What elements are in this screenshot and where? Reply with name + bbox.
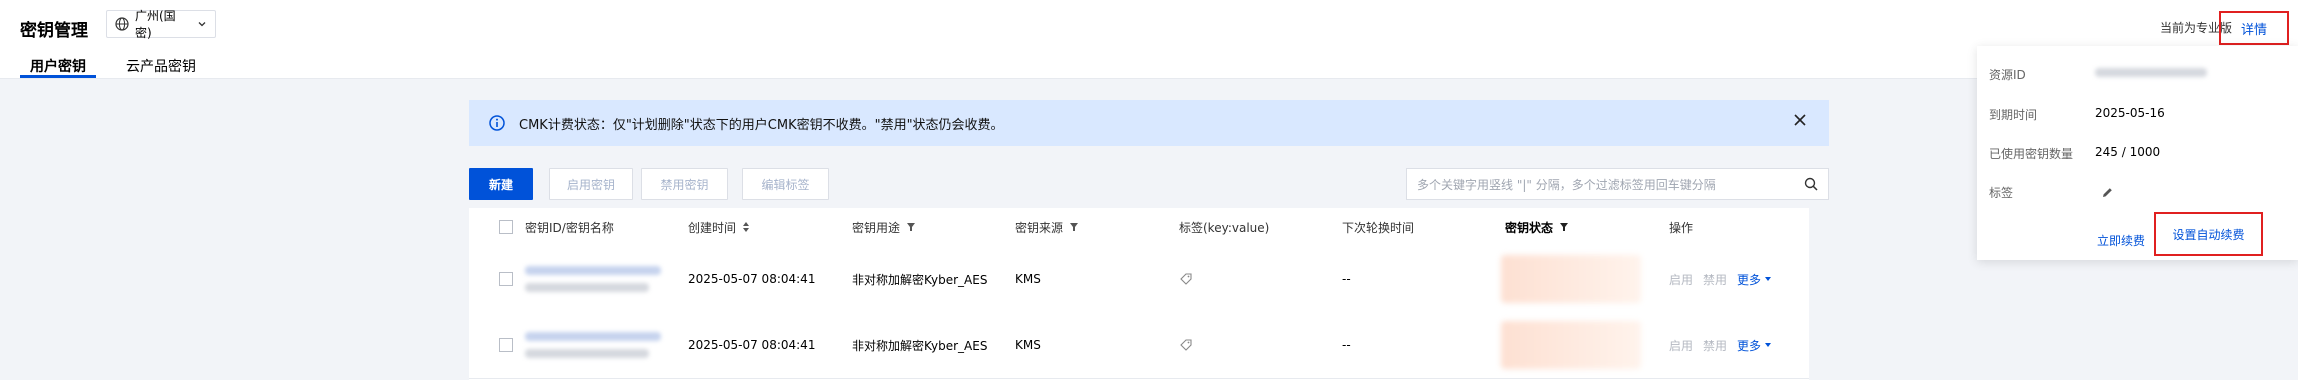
tab-user-keys[interactable]: 用户密钥 xyxy=(30,56,86,76)
key-id-redacted[interactable] xyxy=(525,312,661,378)
used-keys-value: 245 / 1000 xyxy=(2095,145,2161,159)
info-circle-icon xyxy=(489,115,505,131)
row-checkbox[interactable] xyxy=(499,272,513,286)
page-title: 密钥管理 xyxy=(20,21,88,41)
new-key-button[interactable]: 新建 xyxy=(469,168,533,200)
col-usage[interactable]: 密钥用途 xyxy=(852,208,916,246)
col-status[interactable]: 密钥状态 xyxy=(1505,208,1569,246)
col-source-label: 密钥来源 xyxy=(1015,220,1064,235)
edit-tags-button[interactable]: 编辑标签 xyxy=(742,168,829,200)
resource-id-redacted xyxy=(2095,68,2207,77)
table-header: 密钥ID/密钥名称 创建时间 密钥用途 密钥来源 标签(key:value) 下… xyxy=(469,208,1809,247)
header-bar: 密钥管理 广州(国密) 用户密钥 云产品密钥 当前为专业版 xyxy=(0,0,2298,79)
row-actions: 启用 禁用 更多 xyxy=(1669,246,1772,312)
resource-id-label: 资源ID xyxy=(1989,68,2026,82)
col-created-time-label: 创建时间 xyxy=(688,220,737,235)
close-icon[interactable] xyxy=(1793,113,1807,131)
auto-renew-button[interactable]: 设置自动续费 xyxy=(2154,212,2263,256)
next-rotation: -- xyxy=(1342,338,1351,352)
globe-icon xyxy=(115,17,129,31)
region-selector[interactable]: 广州(国密) xyxy=(106,9,216,40)
search-input[interactable]: 多个关键字用竖线 "|" 分隔，多个过滤标签用回车键分隔 xyxy=(1406,168,1829,200)
more-actions[interactable]: 更多 xyxy=(1737,271,1772,288)
col-tags: 标签(key:value) xyxy=(1179,220,1270,235)
pencil-icon[interactable] xyxy=(2101,186,2114,202)
sort-icon[interactable] xyxy=(742,221,750,233)
enable-action[interactable]: 启用 xyxy=(1669,271,1693,288)
col-created-time[interactable]: 创建时间 xyxy=(688,208,750,246)
tags-label: 标签 xyxy=(1989,186,2014,200)
more-actions-label: 更多 xyxy=(1737,338,1762,353)
col-key-id: 密钥ID/密钥名称 xyxy=(525,220,614,235)
select-all-checkbox[interactable] xyxy=(499,220,513,234)
col-next-rotation: 下次轮换时间 xyxy=(1342,220,1415,235)
enable-key-button[interactable]: 启用密钥 xyxy=(549,168,633,200)
filter-icon[interactable] xyxy=(1559,222,1569,232)
tag-icon[interactable] xyxy=(1179,246,1193,312)
key-source: KMS xyxy=(1015,338,1041,352)
disable-key-button[interactable]: 禁用密钥 xyxy=(641,168,728,200)
key-source: KMS xyxy=(1015,272,1041,286)
col-status-label: 密钥状态 xyxy=(1505,220,1554,235)
created-time: 2025-05-07 08:04:41 xyxy=(688,272,816,286)
region-label: 广州(国密) xyxy=(135,9,176,40)
enable-action[interactable]: 启用 xyxy=(1669,337,1693,354)
detail-link[interactable]: 详情 xyxy=(2219,11,2289,45)
key-usage: 非对称加解密Kyber_AES xyxy=(852,338,988,353)
used-keys-label: 已使用密钥数量 xyxy=(1989,147,2074,161)
key-id-redacted[interactable] xyxy=(525,246,661,312)
key-status-redacted xyxy=(1501,312,1641,378)
filter-icon[interactable] xyxy=(1069,222,1079,232)
active-tab-indicator xyxy=(20,75,96,78)
tag-icon[interactable] xyxy=(1179,312,1193,378)
tab-cloud-product-keys[interactable]: 云产品密钥 xyxy=(126,56,196,76)
billing-notice: CMK计费状态：仅"计划删除"状态下的用户CMK密钥不收费。"禁用"状态仍会收费… xyxy=(469,100,1829,146)
expiry-label: 到期时间 xyxy=(1989,108,2038,122)
renew-now-link[interactable]: 立即续费 xyxy=(2097,232,2145,249)
more-actions[interactable]: 更多 xyxy=(1737,337,1772,354)
col-source[interactable]: 密钥来源 xyxy=(1015,208,1079,246)
key-status-redacted xyxy=(1501,246,1641,312)
table-row: 2025-05-07 08:04:41 非对称加解密Kyber_AES KMS … xyxy=(469,246,1809,313)
caret-down-icon xyxy=(1764,275,1772,283)
disable-action[interactable]: 禁用 xyxy=(1703,271,1727,288)
disable-action[interactable]: 禁用 xyxy=(1703,337,1727,354)
row-actions: 启用 禁用 更多 xyxy=(1669,312,1772,378)
notice-text: CMK计费状态：仅"计划删除"状态下的用户CMK密钥不收费。"禁用"状态仍会收费… xyxy=(519,117,1004,133)
table-row: 2025-05-07 08:04:41 非对称加解密Kyber_AES KMS … xyxy=(469,312,1809,379)
col-usage-label: 密钥用途 xyxy=(852,220,901,235)
chevron-down-icon xyxy=(197,19,207,29)
col-actions: 操作 xyxy=(1669,220,1694,235)
row-checkbox[interactable] xyxy=(499,338,513,352)
filter-icon[interactable] xyxy=(906,222,916,232)
more-actions-label: 更多 xyxy=(1737,272,1762,287)
search-icon[interactable] xyxy=(1804,177,1818,191)
caret-down-icon xyxy=(1764,341,1772,349)
expiry-value: 2025-05-16 xyxy=(2095,106,2165,120)
created-time: 2025-05-07 08:04:41 xyxy=(688,338,816,352)
next-rotation: -- xyxy=(1342,272,1351,286)
keys-table: 密钥ID/密钥名称 创建时间 密钥用途 密钥来源 标签(key:value) 下… xyxy=(469,208,1809,380)
search-placeholder: 多个关键字用竖线 "|" 分隔，多个过滤标签用回车键分隔 xyxy=(1417,177,1716,192)
key-usage: 非对称加解密Kyber_AES xyxy=(852,272,988,287)
